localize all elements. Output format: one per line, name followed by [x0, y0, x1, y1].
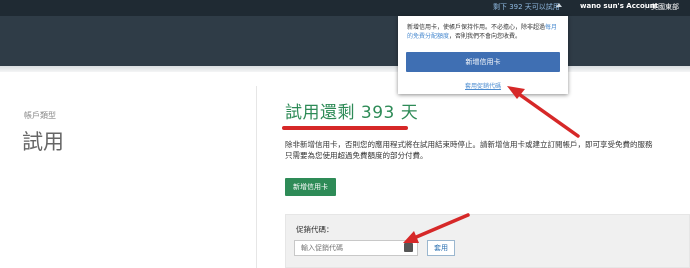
trial-description-line: 只需要為您使用超過免費額度的部分付費。 [285, 151, 428, 160]
popup-message: 新增信用卡，使帳戶保持作用。不必擔心，除非超過每月的免費分配額度，否則我們不會向… [407, 23, 562, 41]
input-key-icon [404, 243, 413, 252]
add-credit-card-button[interactable]: 新增信用卡 [285, 178, 336, 196]
account-type-label: 帳戶類型 [24, 111, 56, 120]
annotation-underline [282, 126, 408, 130]
apply-promo-code-link[interactable]: 套用促銷代碼 [465, 81, 501, 90]
top-bar: 剩下 392 天可以試用 wano sun's Account | 美國東部 [0, 0, 690, 16]
topbar-separator: | [644, 2, 647, 10]
trial-remaining-heading: 試用還剩 393 天 [285, 103, 419, 123]
trial-days-link[interactable]: 剩下 392 天可以試用 [493, 2, 560, 12]
trial-description: 除非新增信用卡，否則您的應用程式將在試用結束時停止。請新增信用卡或建立訂閱帳戶，… [285, 139, 653, 161]
promo-code-input[interactable] [294, 240, 418, 256]
account-type-value: 試用 [22, 130, 64, 154]
region-selector[interactable]: 美國東部 [651, 2, 679, 12]
apply-promo-button[interactable]: 套用 [427, 240, 455, 256]
account-menu[interactable]: wano sun's Account [580, 2, 658, 10]
trial-description-line: 除非新增信用卡，否則您的應用程式將在試用結束時停止。請新增信用卡或建立訂閱帳戶，… [285, 140, 653, 149]
caret-up-icon[interactable] [556, 3, 562, 7]
promo-code-label: 促銷代碼： [296, 225, 334, 234]
popup-message-text: ，否則我們不會向您收費。 [449, 33, 522, 40]
nav-bar [0, 16, 690, 66]
popup-message-text: 新增信用卡，使帳戶保持作用。不必擔心，除非超過 [407, 24, 546, 31]
column-divider [256, 86, 257, 268]
popup-add-credit-card-button[interactable]: 新增信用卡 [406, 52, 560, 72]
nav-shadow [0, 66, 690, 72]
